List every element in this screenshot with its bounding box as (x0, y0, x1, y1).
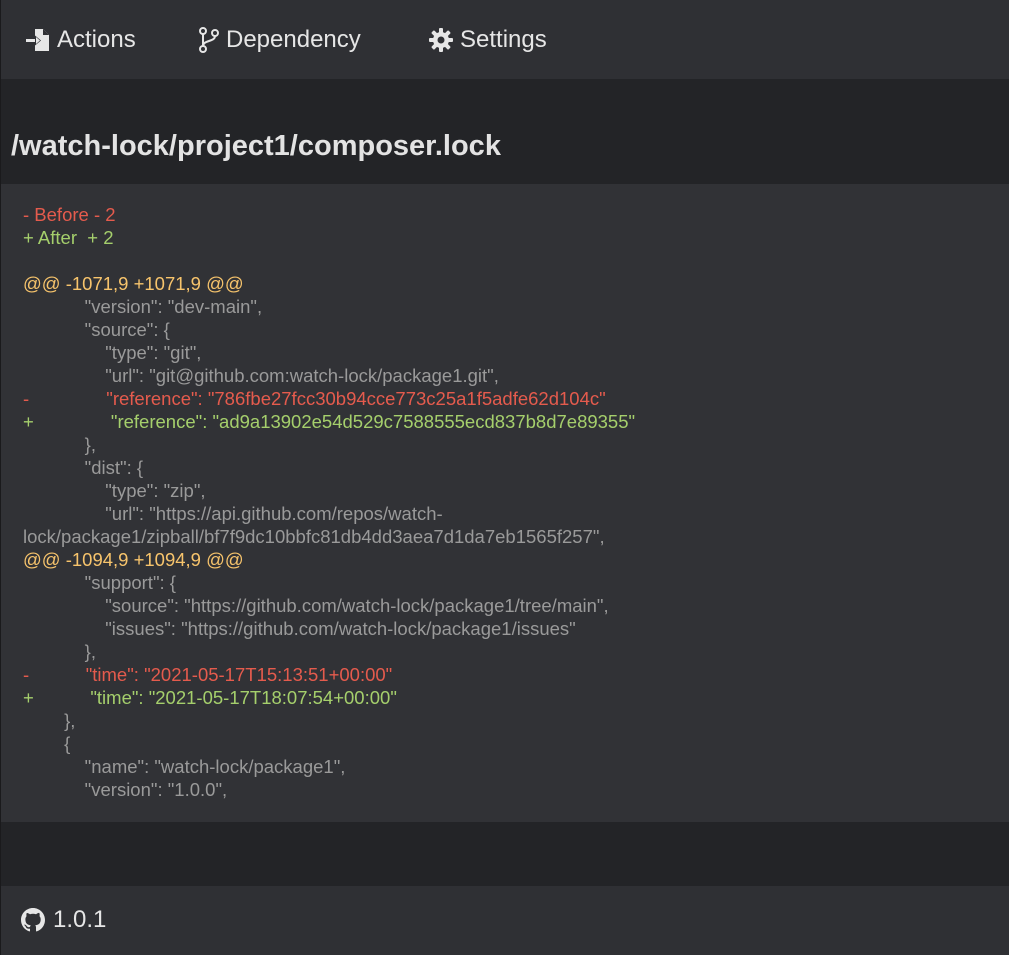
diff-line-context (23, 249, 983, 272)
gear-icon (428, 27, 454, 53)
nav-item-dependency[interactable]: Dependency (198, 24, 361, 56)
diff-view: - Before - 2 + After + 2 @@ -1071,9 +1071,… (23, 203, 983, 801)
diff-line-context: }, (23, 434, 96, 455)
diff-line-context: "url": "https://api.github.com/repos/wat… (23, 503, 443, 524)
nav-item-settings[interactable]: Settings (428, 24, 547, 56)
diff-hunk-header: @@ -1094,9 +1094,9 @@ (23, 549, 244, 570)
version-label: 1.0.1 (53, 906, 107, 933)
diff-line-context: lock/package1/zipball/bf7f9dc10bbfc81db4… (23, 526, 605, 547)
github-icon (21, 908, 45, 932)
app-page: Actions Dependency Settings /watch-lock/… (0, 0, 1009, 955)
diff-line-addition: + After + 2 (23, 227, 114, 248)
diff-line-context: "type": "zip", (23, 480, 206, 501)
file-import-icon (25, 27, 51, 53)
github-version-link[interactable]: 1.0.1 (21, 905, 106, 935)
diff-line-context: "support": { (23, 572, 176, 593)
diff-line-context: }, (23, 641, 96, 662)
diff-hunk-header: @@ -1071,9 +1071,9 @@ (23, 273, 244, 294)
diff-line-context: { (23, 733, 71, 754)
nav-item-label: Settings (460, 26, 547, 53)
footer-spacer (1, 822, 1009, 886)
diff-line-context: "source": { (23, 319, 170, 340)
nav-item-actions[interactable]: Actions (25, 24, 136, 56)
diff-line-context: "issues": "https://github.com/watch-lock… (23, 618, 576, 639)
top-navigation: Actions Dependency Settings (1, 0, 1009, 79)
footer (1, 886, 1009, 955)
nav-item-label: Dependency (226, 26, 361, 53)
diff-line-deletion: - Before - 2 (23, 204, 116, 225)
diff-line-context: }, (23, 710, 76, 731)
diff-line-addition: + "time": "2021-05-17T18:07:54+00:00" (23, 687, 397, 708)
diff-line-deletion: - "time": "2021-05-17T15:13:51+00:00" (23, 664, 393, 685)
diff-line-context: "dist": { (23, 457, 144, 478)
page-title: /watch-lock/project1/composer.lock (11, 130, 501, 162)
diff-line-context: "url": "git@github.com:watch-lock/packag… (23, 365, 499, 386)
diff-line-deletion: - "reference": "786fbe27fcc30b94cce773c2… (23, 388, 606, 409)
nav-item-label: Actions (57, 26, 136, 53)
diff-line-addition: + "reference": "ad9a13902e54d529c7588555… (23, 411, 636, 432)
diff-line-context: "version": "1.0.0", (23, 779, 228, 800)
branch-icon (198, 27, 220, 53)
diff-line-context: "name": "watch-lock/package1", (23, 756, 346, 777)
diff-line-context: "type": "git", (23, 342, 202, 363)
diff-line-context: "source": "https://github.com/watch-lock… (23, 595, 609, 616)
diff-line-context: "version": "dev-main", (23, 296, 263, 317)
